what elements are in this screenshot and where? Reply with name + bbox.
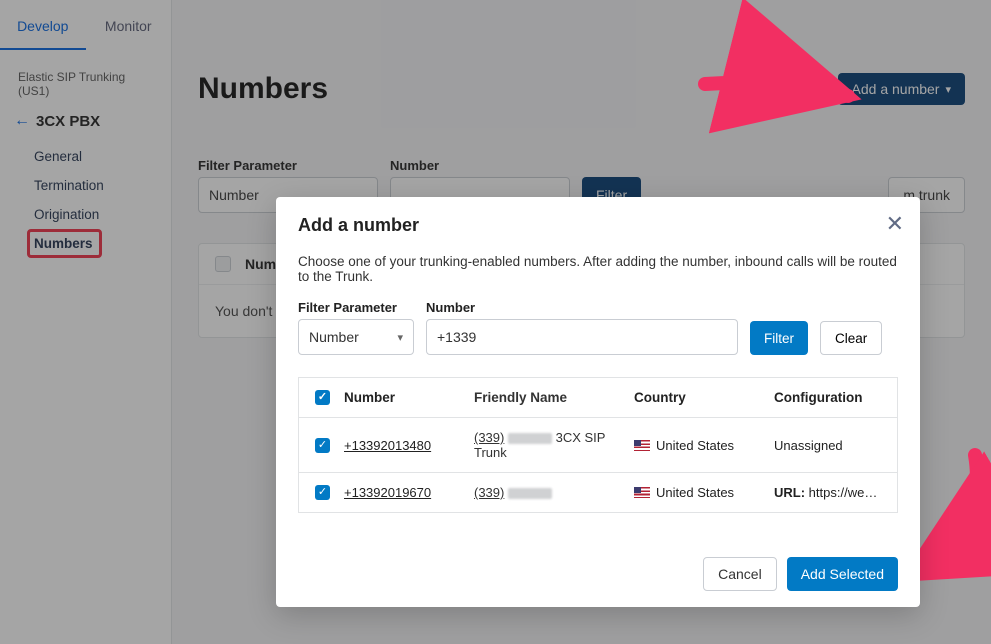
row-config: Unassigned (774, 438, 881, 453)
modal-number-input[interactable] (426, 319, 738, 355)
modal-title: Add a number (298, 215, 898, 236)
row-number[interactable]: +13392019670 (344, 485, 474, 500)
th-friendly-name: Friendly Name (474, 390, 634, 405)
redacted-text (508, 488, 552, 499)
row-friendly-name: (339) (474, 485, 634, 500)
redacted-text (508, 433, 552, 444)
fname-prefix: (339) (474, 430, 504, 445)
row-country: United States (634, 485, 774, 500)
row-number[interactable]: +13392013480 (344, 438, 474, 453)
modal-description: Choose one of your trunking-enabled numb… (298, 254, 898, 284)
modal-clear-button[interactable]: Clear (820, 321, 882, 355)
cancel-button[interactable]: Cancel (703, 557, 777, 591)
config-value: https://webhoo… (809, 485, 881, 500)
fname-prefix: (339) (474, 485, 504, 500)
add-number-modal: ✕ Add a number Choose one of your trunki… (276, 197, 920, 607)
modal-filter-button[interactable]: Filter (750, 321, 808, 355)
country-label: United States (656, 485, 734, 500)
row-checkbox[interactable] (315, 438, 330, 453)
modal-filter-param-select[interactable]: Number ▾ (298, 319, 414, 355)
close-icon[interactable]: ✕ (886, 211, 904, 237)
table-row: +13392013480 (339) 3CX SIP Trunk United … (299, 418, 897, 473)
config-label: URL: (774, 485, 805, 500)
select-all-checkbox[interactable] (315, 390, 330, 405)
us-flag-icon (634, 487, 650, 498)
row-checkbox[interactable] (315, 485, 330, 500)
numbers-table: Number Friendly Name Country Configurati… (298, 377, 898, 513)
chevron-down-icon: ▾ (397, 331, 403, 344)
modal-filter-param-value: Number (309, 329, 359, 345)
th-number: Number (344, 390, 474, 405)
country-label: United States (656, 438, 734, 453)
modal-number-label: Number (426, 300, 738, 315)
modal-filter-param-label: Filter Parameter (298, 300, 414, 315)
us-flag-icon (634, 440, 650, 451)
row-friendly-name: (339) 3CX SIP Trunk (474, 430, 634, 460)
row-config: URL: https://webhoo… (774, 485, 881, 500)
table-header-row: Number Friendly Name Country Configurati… (299, 378, 897, 418)
add-selected-button[interactable]: Add Selected (787, 557, 898, 591)
th-country: Country (634, 390, 774, 405)
th-config: Configuration (774, 390, 881, 405)
table-row: +13392019670 (339) United States URL: ht… (299, 473, 897, 513)
row-country: United States (634, 438, 774, 453)
